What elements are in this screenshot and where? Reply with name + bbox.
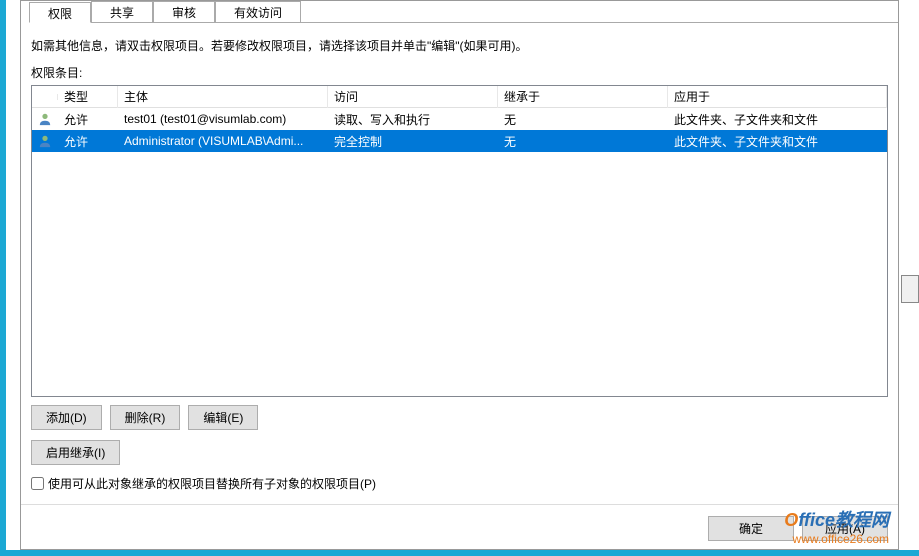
list-row[interactable]: 允许 Administrator (VISUMLAB\Admi... 完全控制 … [32, 130, 887, 152]
remove-button[interactable]: 删除(R) [110, 405, 181, 430]
replace-child-permissions-checkbox[interactable] [31, 477, 44, 490]
enable-inheritance-button[interactable]: 启用继承(I) [31, 440, 120, 465]
add-button[interactable]: 添加(D) [31, 405, 102, 430]
list-header: 类型 主体 访问 继承于 应用于 [32, 86, 887, 108]
cell-access: 读取、写入和执行 [328, 108, 498, 131]
instruction-text: 如需其他信息，请双击权限项目。若要修改权限项目，请选择该项目并单击"编辑"(如果… [31, 37, 888, 54]
column-principal[interactable]: 主体 [118, 85, 328, 108]
tab-permissions[interactable]: 权限 [29, 2, 91, 23]
list-row[interactable]: 允许 test01 (test01@visumlab.com) 读取、写入和执行… [32, 108, 887, 130]
permission-entries-list[interactable]: 类型 主体 访问 继承于 应用于 允许 test01 (test01@visum… [31, 85, 888, 397]
cell-principal: Administrator (VISUMLAB\Admi... [118, 131, 328, 151]
cell-applies: 此文件夹、子文件夹和文件 [668, 108, 887, 131]
cell-access: 完全控制 [328, 130, 498, 153]
column-inherited-from[interactable]: 继承于 [498, 85, 668, 108]
tab-bar: 权限 共享 审核 有效访问 [29, 1, 898, 23]
security-dialog: 权限 共享 审核 有效访问 如需其他信息，请双击权限项目。若要修改权限项目，请选… [20, 0, 899, 550]
edit-button[interactable]: 编辑(E) [188, 405, 258, 430]
tab-effective-access[interactable]: 有效访问 [215, 1, 301, 22]
cell-inherit: 无 [498, 130, 668, 153]
user-icon [38, 134, 52, 148]
cell-type: 允许 [58, 108, 118, 131]
column-applies-to[interactable]: 应用于 [668, 85, 887, 108]
tab-share[interactable]: 共享 [91, 1, 153, 22]
cell-principal: test01 (test01@visumlab.com) [118, 109, 328, 129]
background-window-fragment [901, 275, 919, 303]
cell-inherit: 无 [498, 108, 668, 131]
ok-button[interactable]: 确定 [708, 516, 794, 541]
separator [21, 504, 898, 505]
permission-entries-label: 权限条目: [31, 64, 888, 81]
cell-type: 允许 [58, 130, 118, 153]
replace-child-permissions-label: 使用可从此对象继承的权限项目替换所有子对象的权限项目(P) [48, 475, 376, 492]
column-type[interactable]: 类型 [58, 85, 118, 108]
tab-audit[interactable]: 审核 [153, 1, 215, 22]
column-access[interactable]: 访问 [328, 85, 498, 108]
apply-button[interactable]: 应用(A) [802, 516, 888, 541]
cell-applies: 此文件夹、子文件夹和文件 [668, 130, 887, 153]
user-icon [38, 112, 52, 126]
